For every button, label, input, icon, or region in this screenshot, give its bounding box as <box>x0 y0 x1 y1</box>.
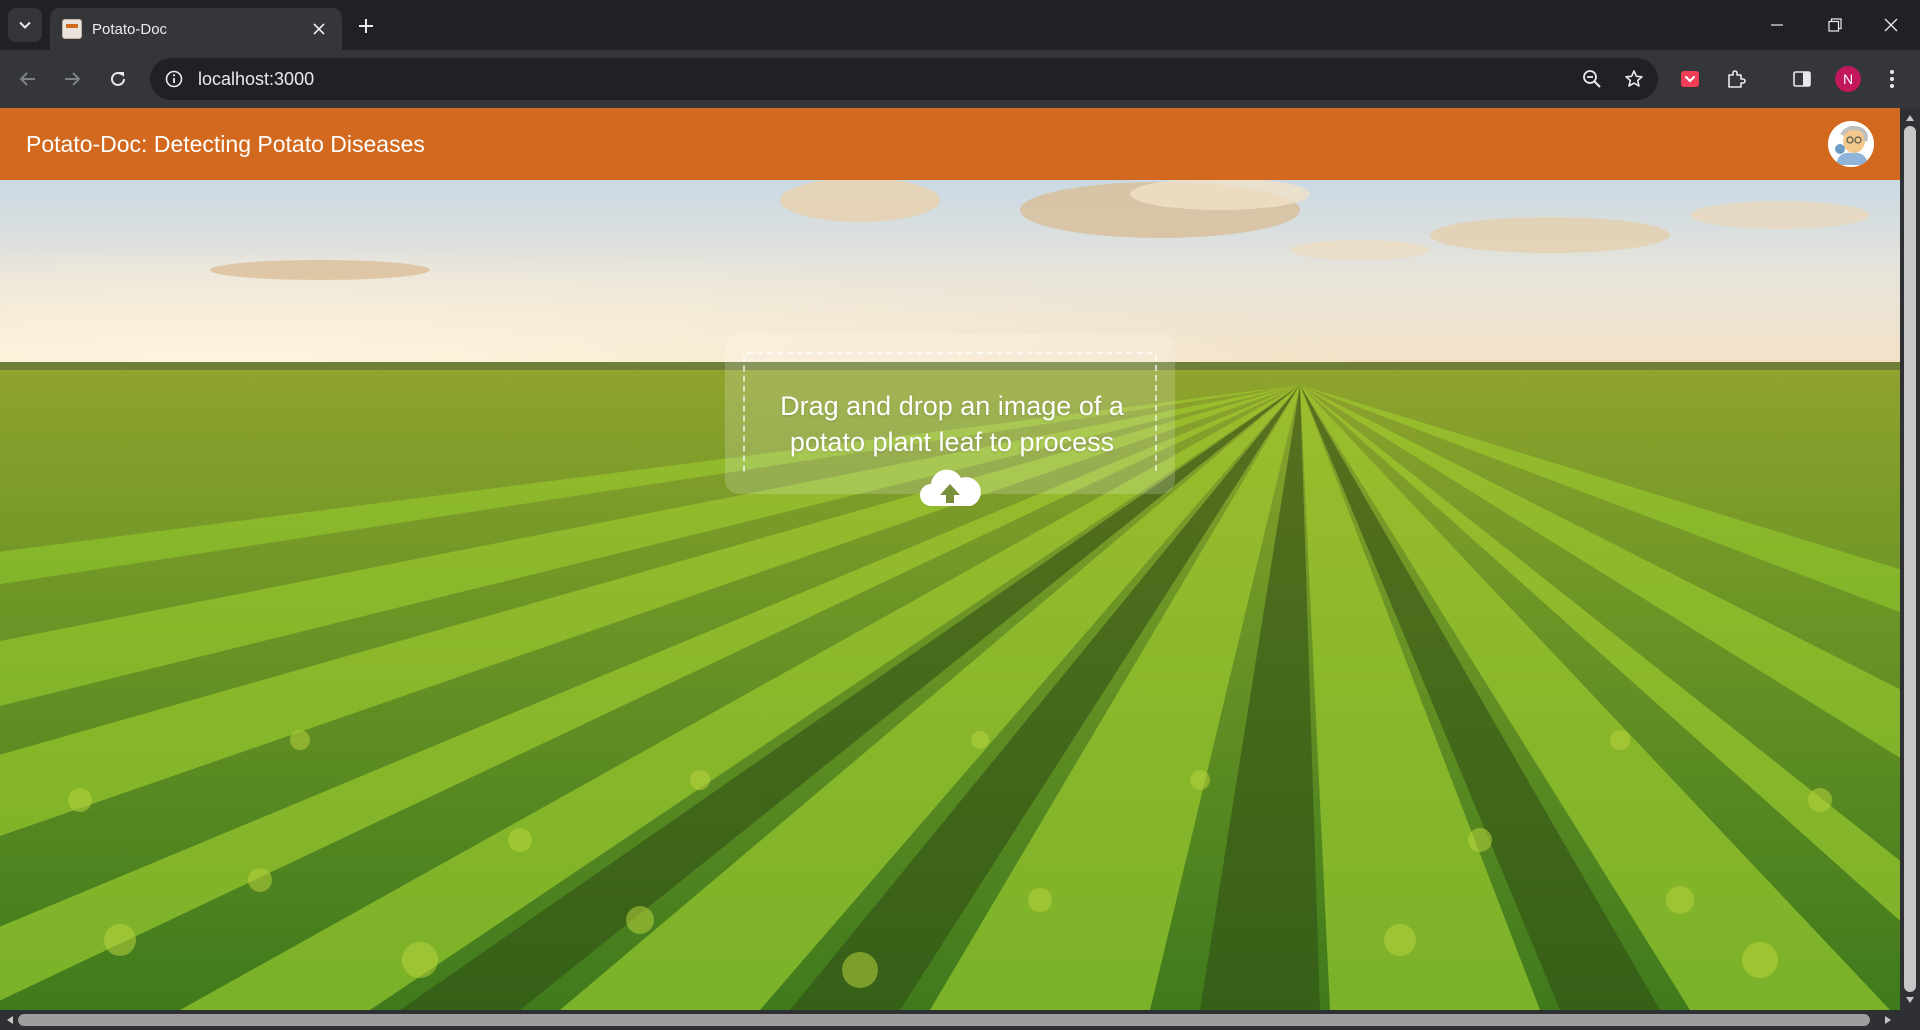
chevron-down-icon <box>19 21 31 29</box>
pocket-extension-button[interactable] <box>1672 61 1708 97</box>
tab-search-button[interactable] <box>8 8 42 42</box>
crop-field-illustration <box>0 180 1900 1010</box>
address-bar[interactable]: localhost:3000 <box>150 58 1658 100</box>
scientist-logo-icon <box>1828 121 1874 167</box>
pocket-icon <box>1681 71 1699 87</box>
forward-button[interactable] <box>54 61 90 97</box>
site-info-button[interactable] <box>156 61 192 97</box>
close-window-button[interactable] <box>1862 0 1920 50</box>
close-icon <box>313 23 325 35</box>
tab-title: Potato-Doc <box>92 20 168 38</box>
url-text[interactable]: localhost:3000 <box>198 69 1574 90</box>
minimize-button[interactable] <box>1748 0 1806 50</box>
tab-potato-doc[interactable]: Potato-Doc <box>50 8 342 50</box>
back-button[interactable] <box>10 61 46 97</box>
tab-close-button[interactable] <box>308 18 330 40</box>
tab-strip: Potato-Doc <box>0 0 1920 50</box>
browser-toolbar: localhost:3000 N <box>0 50 1920 140</box>
star-icon <box>1625 70 1643 87</box>
vertical-scrollbar[interactable] <box>1900 108 1920 1010</box>
side-panel-button[interactable] <box>1784 61 1820 97</box>
reload-icon <box>111 71 125 86</box>
upload-card[interactable]: Drag and drop an image of a potato plant… <box>725 334 1175 506</box>
bookmark-button[interactable] <box>1616 61 1652 97</box>
app-header: Potato-Doc: Detecting Potato Diseases <box>0 108 1900 180</box>
profile-button[interactable]: N <box>1830 61 1866 97</box>
field-background-image: Drag and drop an image of a potato plant… <box>0 180 1900 1010</box>
new-tab-button[interactable] <box>352 12 380 40</box>
app-title: Potato-Doc: Detecting Potato Diseases <box>26 130 425 157</box>
upload-prompt: Drag and drop an image of a potato plant… <box>780 391 1124 457</box>
reload-button[interactable] <box>100 61 136 97</box>
scroll-down-arrow-icon[interactable] <box>1902 992 1918 1008</box>
arrow-right-icon <box>65 72 81 86</box>
browser-menu-button[interactable] <box>1874 61 1910 97</box>
puzzle-icon <box>1728 70 1746 88</box>
close-icon <box>1884 18 1898 32</box>
restore-button[interactable] <box>1806 0 1864 50</box>
vertical-scrollbar-thumb[interactable] <box>1904 126 1916 992</box>
scroll-right-arrow-icon[interactable] <box>1880 1012 1896 1028</box>
horizontal-scrollbar[interactable] <box>0 1010 1920 1030</box>
arrow-left-icon <box>19 72 35 86</box>
info-icon <box>165 70 183 88</box>
page-viewport: Potato-Doc: Detecting Potato Diseases Dr… <box>0 108 1900 1010</box>
restore-icon <box>1828 18 1842 32</box>
favicon-icon <box>62 19 82 39</box>
plus-icon <box>359 19 373 33</box>
extensions-button[interactable] <box>1718 61 1754 97</box>
cloud-upload-icon[interactable] <box>917 466 983 512</box>
drop-zone[interactable]: Drag and drop an image of a potato plant… <box>743 352 1157 472</box>
profile-avatar: N <box>1835 66 1861 92</box>
app-logo <box>1828 121 1874 167</box>
zoom-out-icon <box>1583 70 1601 88</box>
minimize-icon <box>1771 24 1783 26</box>
more-vertical-icon <box>1890 70 1894 88</box>
horizontal-scrollbar-thumb[interactable] <box>18 1014 1870 1026</box>
scroll-left-arrow-icon[interactable] <box>2 1012 18 1028</box>
zoom-button[interactable] <box>1574 61 1610 97</box>
scroll-up-arrow-icon[interactable] <box>1902 110 1918 126</box>
side-panel-icon <box>1793 71 1811 87</box>
